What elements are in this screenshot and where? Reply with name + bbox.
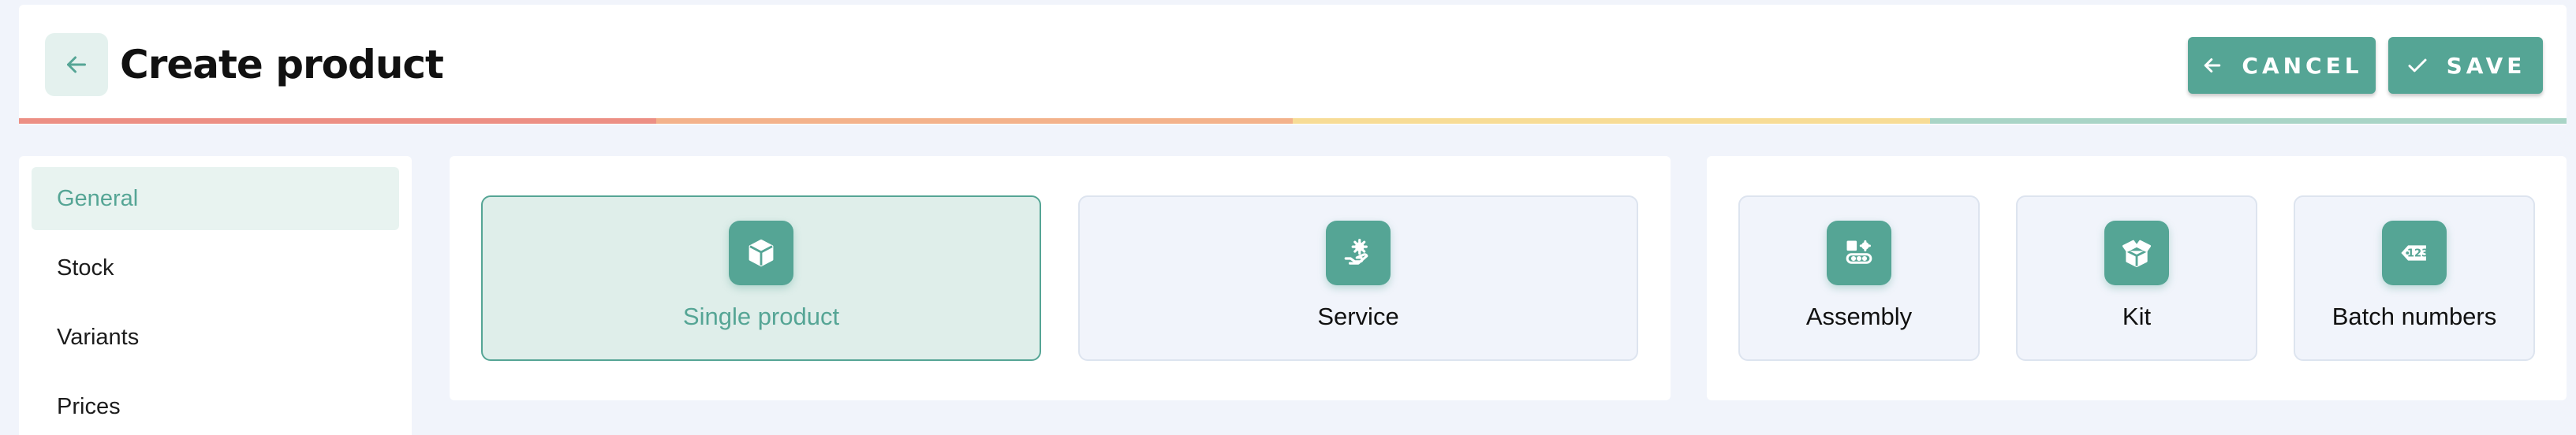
sidebar-item-label: Stock <box>57 255 114 281</box>
page-title: Create product <box>120 42 444 87</box>
product-type-single-product[interactable]: Single product <box>481 195 1041 361</box>
card-label: Kit <box>2122 303 2152 330</box>
progress-segment-1 <box>19 118 656 124</box>
back-button[interactable] <box>45 33 108 96</box>
sidebar-item-label: Prices <box>57 393 121 419</box>
progress-segment-2 <box>655 118 1293 124</box>
save-button[interactable]: SAVE <box>2388 37 2543 94</box>
product-option-kit[interactable]: Kit <box>2016 195 2257 361</box>
save-button-label: SAVE <box>2446 52 2526 79</box>
card-label: Assembly <box>1805 303 1913 330</box>
svg-text:123: 123 <box>2407 248 2429 260</box>
sidebar-item-stock[interactable]: Stock <box>32 236 399 299</box>
arrow-left-icon <box>67 56 86 73</box>
check-icon <box>2408 58 2427 72</box>
kit-box-icon <box>2104 221 2169 285</box>
product-option-assembly[interactable]: Assembly <box>1738 195 1980 361</box>
sidebar-item-label: General <box>57 185 139 211</box>
cube-icon <box>729 221 793 285</box>
page-header: Create product CANCEL SAVE <box>19 5 2567 125</box>
batch-tag-icon: 123 <box>2382 221 2447 285</box>
progress-stripe <box>19 118 2567 124</box>
cancel-button-label: CANCEL <box>2242 52 2363 79</box>
sidebar-item-label: Variants <box>57 324 140 350</box>
arrow-left-icon <box>2205 58 2221 72</box>
card-label: Service <box>1317 303 1399 330</box>
cancel-button[interactable]: CANCEL <box>2188 37 2376 94</box>
sidebar-item-prices[interactable]: Prices <box>32 375 399 435</box>
card-label: Batch numbers <box>2331 303 2497 330</box>
product-type-service[interactable]: Service <box>1078 195 1638 361</box>
product-options-panel: Assembly Kit 123 Batch numbers <box>1707 156 2567 400</box>
assembly-icon <box>1827 221 1891 285</box>
sidebar-nav: General Stock Variants Prices <box>19 156 412 435</box>
progress-segment-4 <box>1929 118 2567 124</box>
sidebar-item-general[interactable]: General <box>32 167 399 230</box>
progress-segment-3 <box>1293 118 1930 124</box>
sidebar-item-variants[interactable]: Variants <box>32 306 399 369</box>
service-gear-hand-icon <box>1326 221 1391 285</box>
card-label: Single product <box>682 303 840 330</box>
product-type-panel: Single product Service <box>450 156 1671 400</box>
product-option-batch-numbers[interactable]: 123 Batch numbers <box>2294 195 2535 361</box>
